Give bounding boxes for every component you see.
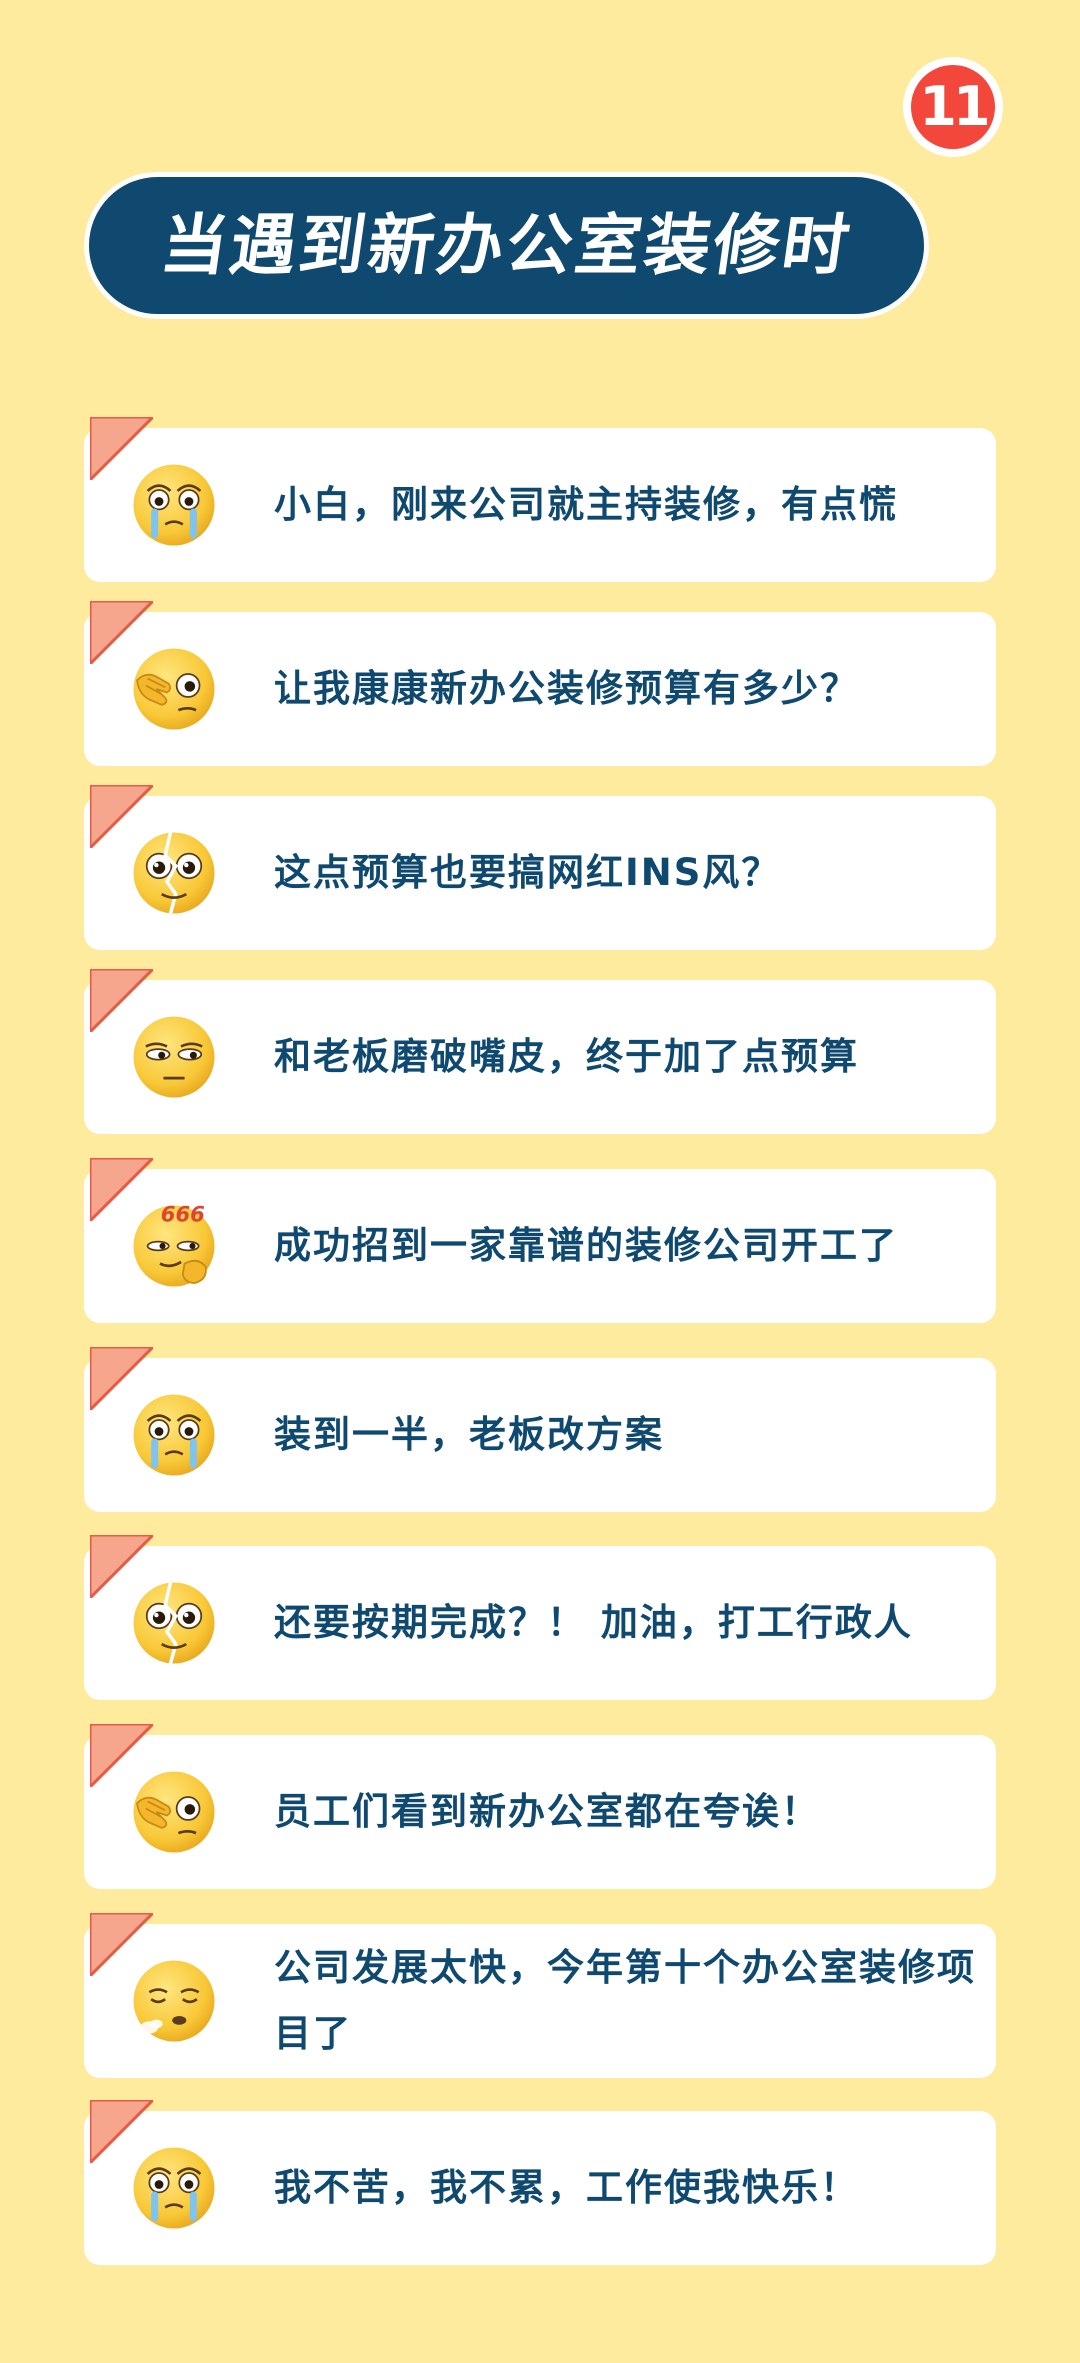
title-banner: 当遇到新办公室装修时 xyxy=(84,172,929,319)
item-text: 让我康康新办公装修预算有多少？ xyxy=(274,667,859,710)
item-text: 公司发展太快，今年第十个办公室装修项目了 xyxy=(274,1946,976,2055)
unamused-face-icon xyxy=(130,1013,218,1101)
list-item: 员工们看到新办公室都在夸诶！ xyxy=(84,1722,996,1889)
list-item: 小白，刚来公司就主持装修，有点慌 xyxy=(84,415,996,582)
list-item: 和老板磨破嘴皮，终于加了点预算 xyxy=(84,967,996,1134)
item-text: 小白，刚来公司就主持装修，有点慌 xyxy=(274,483,898,526)
crying-face-icon xyxy=(130,1391,218,1479)
list-item: 公司发展太快，今年第十个办公室装修项目了 xyxy=(84,1911,996,2078)
item-text: 成功招到一家靠谱的装修公司开工了 xyxy=(274,1224,898,1267)
item-text: 还要按期完成？！ 加油，打工行政人 xyxy=(274,1601,913,1644)
crying-face-icon xyxy=(130,461,218,549)
smug-666-face-icon: 666 xyxy=(130,1201,218,1290)
page-title: 当遇到新办公室装修时 xyxy=(156,207,857,284)
page: { "badge": { "label": "11" }, "header": … xyxy=(0,0,1080,2363)
list-item: 让我康康新办公装修预算有多少？ xyxy=(84,599,996,766)
crying-face-icon xyxy=(130,2144,218,2232)
item-text: 我不苦，我不累，工作使我快乐！ xyxy=(274,2166,859,2209)
page-number: 11 xyxy=(911,65,995,149)
item-text: 装到一半，老板改方案 xyxy=(274,1413,664,1456)
list-item: 我不苦，我不累，工作使我快乐！ xyxy=(84,2098,996,2265)
emoji-666-label: 666 xyxy=(161,1202,205,1226)
cracked-face-icon xyxy=(130,829,218,917)
peeking-face-icon xyxy=(130,645,218,733)
list-item: 装到一半，老板改方案 xyxy=(84,1345,996,1512)
list-item: 这点预算也要搞网红INS风？ xyxy=(84,783,996,950)
list-item: 666 成功招到一家靠谱的装修公司开工了 xyxy=(84,1156,996,1323)
peeking-face-icon xyxy=(130,1768,218,1856)
item-text: 员工们看到新办公室都在夸诶！ xyxy=(274,1790,820,1833)
sighing-face-icon xyxy=(130,1957,218,2045)
item-text: 和老板磨破嘴皮，终于加了点预算 xyxy=(274,1035,859,1078)
list-item: 还要按期完成？！ 加油，打工行政人 xyxy=(84,1533,996,1700)
page-number-badge: 11 xyxy=(903,57,1003,157)
item-text: 这点预算也要搞网红INS风？ xyxy=(274,851,781,894)
cracked-face-icon xyxy=(130,1579,218,1667)
